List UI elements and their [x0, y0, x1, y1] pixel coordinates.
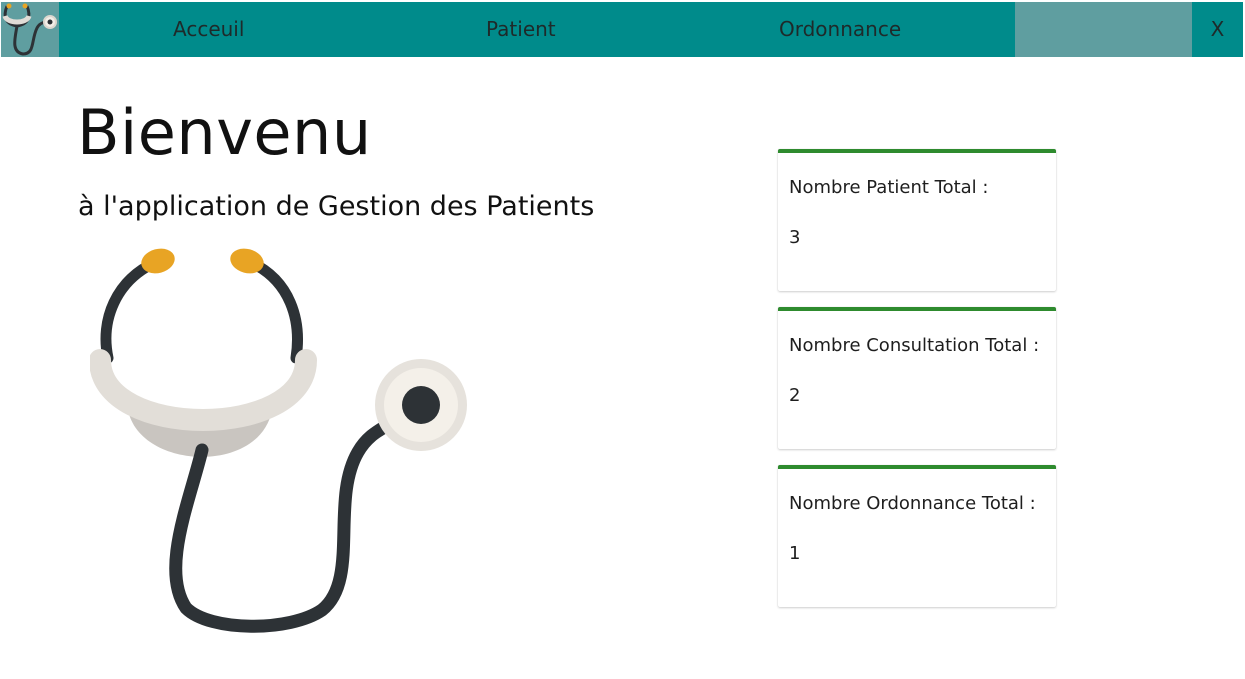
nav-item-patient[interactable]: Patient: [486, 2, 556, 57]
stat-value: 3: [789, 227, 801, 248]
close-button[interactable]: X: [1192, 2, 1243, 57]
stat-card-consultations: Nombre Consultation Total : 2: [778, 307, 1056, 449]
stat-card-ordonnances: Nombre Ordonnance Total : 1: [778, 465, 1056, 607]
top-navbar: Acceuil Patient Ordonnance X: [1, 2, 1243, 57]
stethoscope-illustration-icon: [90, 248, 467, 633]
nav-item-ordonnance[interactable]: Ordonnance: [779, 2, 901, 57]
welcome-title: Bienvenu: [77, 96, 372, 169]
stat-label: Nombre Consultation Total :: [789, 335, 1040, 356]
nav-empty-slot: [1015, 2, 1192, 57]
stat-value: 2: [789, 385, 801, 406]
welcome-subtitle: à l'application de Gestion des Patients: [78, 191, 595, 222]
stat-card-patients: Nombre Patient Total : 3: [778, 149, 1056, 291]
stat-label: Nombre Patient Total :: [789, 177, 989, 198]
stat-label: Nombre Ordonnance Total :: [789, 493, 1036, 514]
nav-item-acceuil[interactable]: Acceuil: [173, 2, 244, 57]
stethoscope-icon: [2, 3, 57, 56]
app-logo: [1, 2, 59, 57]
stat-value: 1: [789, 543, 801, 564]
